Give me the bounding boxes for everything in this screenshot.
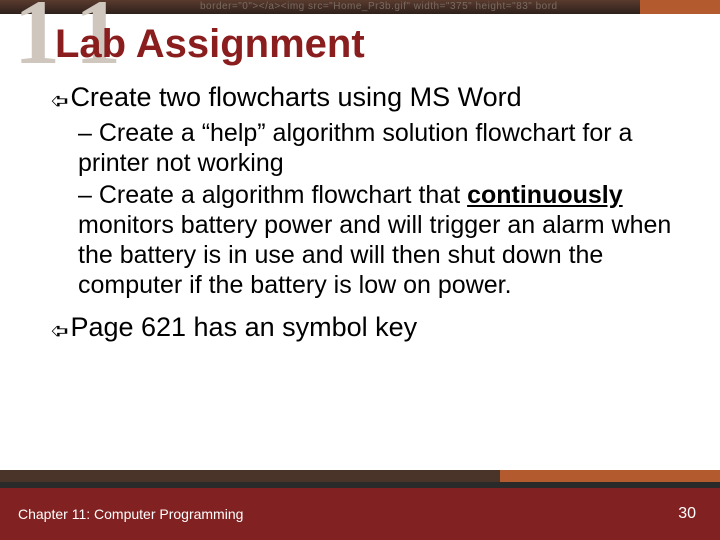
arrow-left-icon: ➪ <box>50 88 68 114</box>
bullet-text: Create two flowcharts using MS Word <box>70 82 521 112</box>
arrow-left-icon: ➪ <box>50 318 68 344</box>
bullet-level2: Create a “help” algorithm solution flowc… <box>78 118 680 178</box>
bullet-text: Page 621 has an symbol key <box>70 312 417 342</box>
slide-body: ➪Create two flowcharts using MS Word Cre… <box>50 82 680 348</box>
footer-bar: Chapter 11: Computer Programming 30 <box>0 488 720 540</box>
bullet-level2: Create a algorithm flowchart that contin… <box>78 180 680 300</box>
bullet-level1: ➪Create two flowcharts using MS Word <box>50 82 680 114</box>
bold-underline-text: continuously <box>467 181 623 209</box>
bullet-text: Create a algorithm flowchart that <box>99 181 467 209</box>
page-number: 30 <box>678 505 696 523</box>
bullet-text: monitors battery power and will trigger … <box>78 211 671 299</box>
bullet-level1: ➪Page 621 has an symbol key <box>50 312 680 344</box>
slide-title: Lab Assignment <box>55 22 365 67</box>
footer-chapter-label: Chapter 11: Computer Programming <box>18 506 243 522</box>
slide: border="0"></a><img src="Home_Pr3b.gif" … <box>0 0 720 540</box>
